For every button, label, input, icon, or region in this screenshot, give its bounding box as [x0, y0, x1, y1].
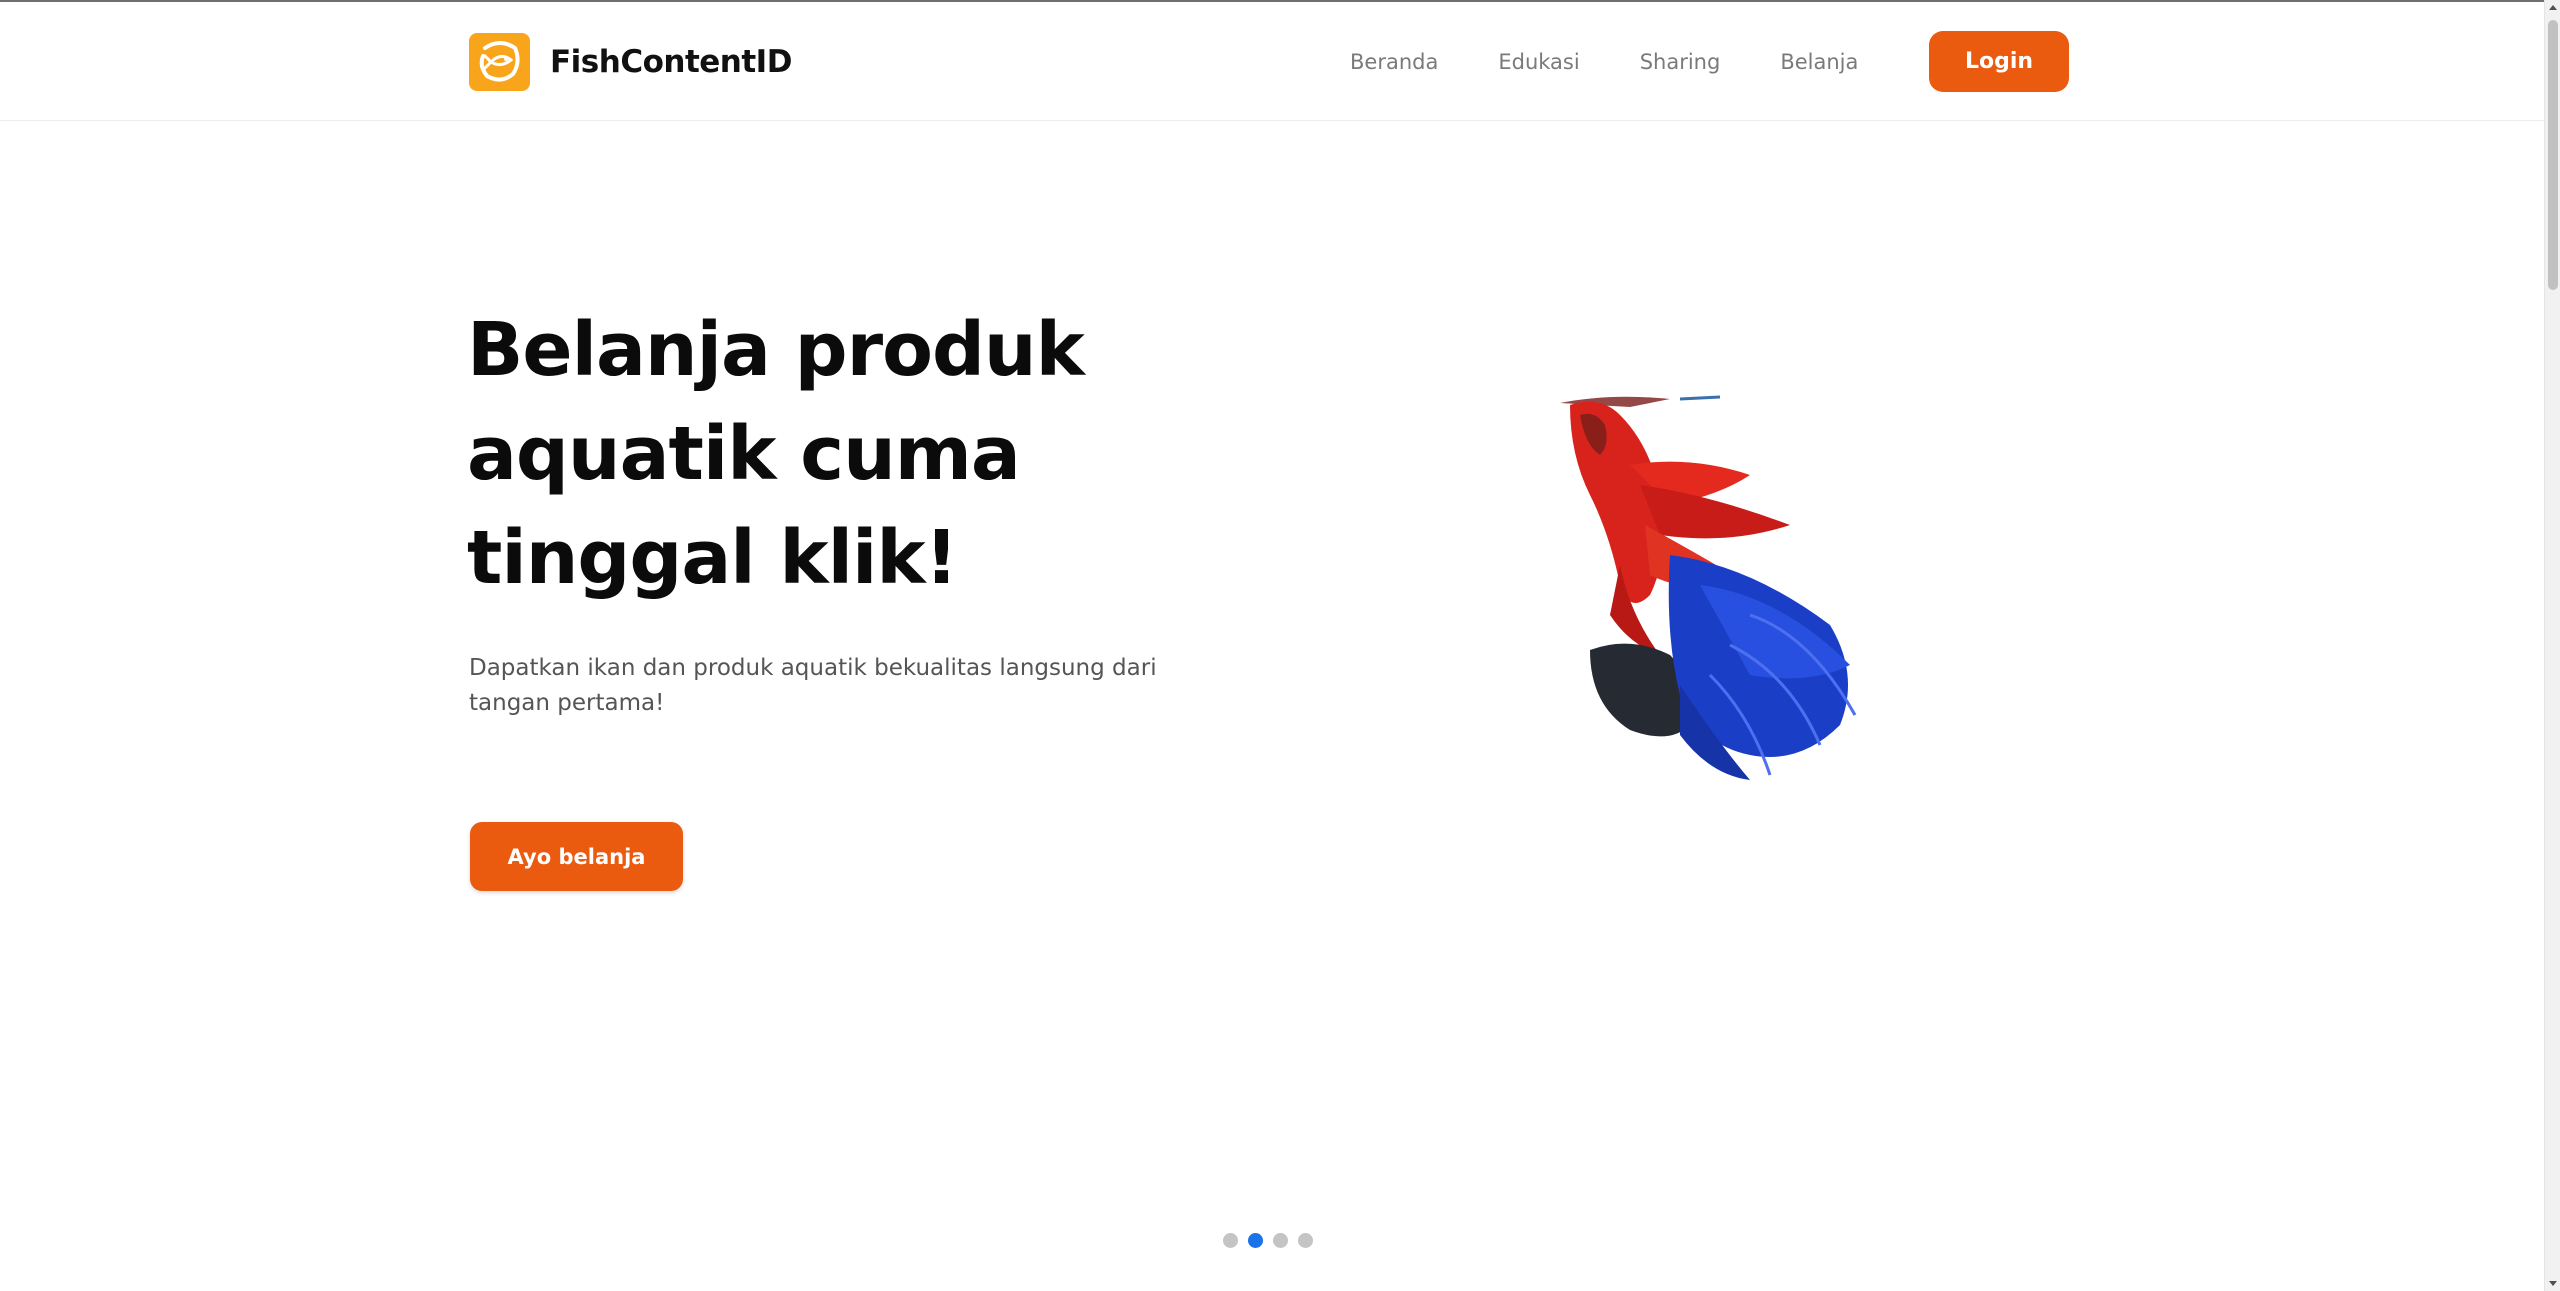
hero-title-line-2: aquatik cuma [467, 411, 1021, 497]
carousel-indicators [1223, 1233, 1313, 1248]
scroll-up-icon[interactable] [2549, 5, 2557, 10]
brand-name: FishContentID [550, 44, 792, 80]
brand[interactable]: FishContentID [469, 33, 792, 91]
carousel-dot-1[interactable] [1223, 1233, 1238, 1248]
nav-item-belanja[interactable]: Belanja [1780, 50, 1858, 74]
betta-fish-image [1550, 385, 1880, 795]
hero-title-line-3: tinggal klik! [467, 515, 958, 601]
vertical-scrollbar[interactable] [2544, 0, 2560, 1291]
logo-icon [469, 33, 530, 91]
shop-now-button[interactable]: Ayo belanja [470, 822, 683, 891]
hero-title-line-1: Belanja produk [467, 307, 1085, 393]
carousel-dot-2[interactable] [1248, 1233, 1263, 1248]
hero-title: Belanja produk aquatik cuma tinggal klik… [467, 298, 1187, 610]
carousel-dot-4[interactable] [1298, 1233, 1313, 1248]
hero-subtitle: Dapatkan ikan dan produk aquatik bekuali… [469, 655, 1157, 716]
navbar: FishContentID Beranda Edukasi Sharing Be… [0, 2, 2544, 121]
nav-item-beranda[interactable]: Beranda [1350, 50, 1438, 74]
login-button[interactable]: Login [1929, 31, 2069, 92]
nav-item-sharing[interactable]: Sharing [1640, 50, 1721, 74]
nav-item-edukasi[interactable]: Edukasi [1498, 50, 1579, 74]
nav-menu: Beranda Edukasi Sharing Belanja [1350, 2, 1918, 121]
scroll-thumb[interactable] [2548, 20, 2558, 290]
scroll-down-icon[interactable] [2549, 1281, 2557, 1286]
carousel-dot-3[interactable] [1273, 1233, 1288, 1248]
